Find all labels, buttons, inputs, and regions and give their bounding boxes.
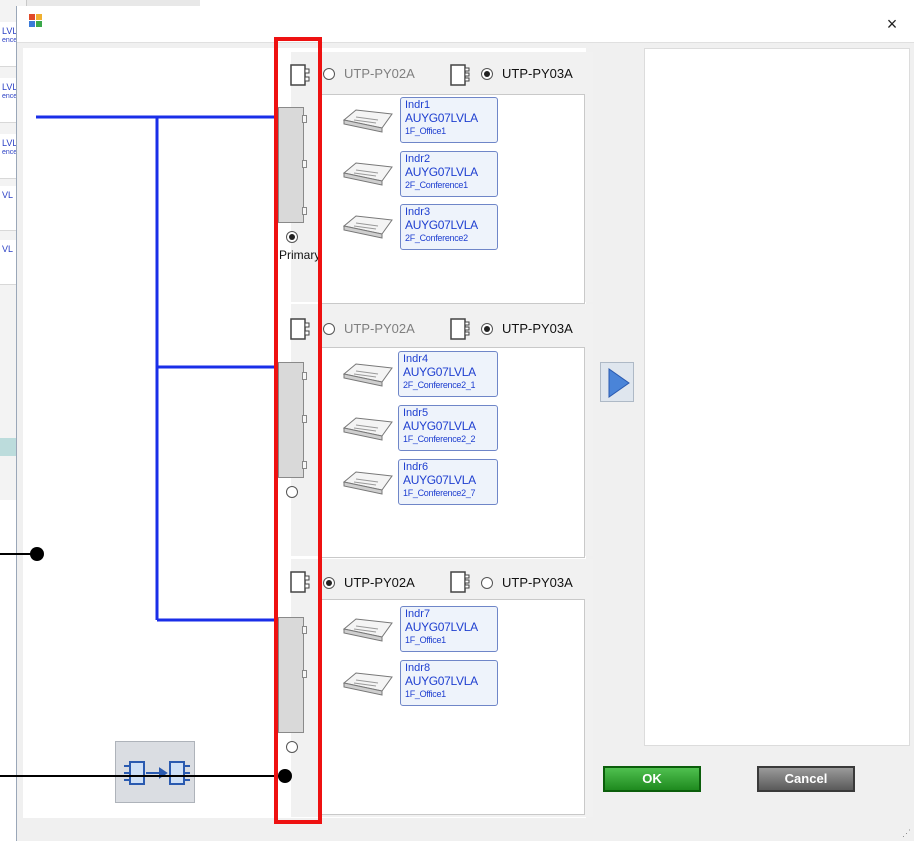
branch-controller-icon — [290, 571, 312, 598]
unit-model: AUYG07LVLA — [405, 218, 478, 232]
unit-model: AUYG07LVLA — [403, 365, 476, 379]
cassette-unit-icon — [342, 671, 394, 702]
model-radio-utp-py02a[interactable] — [323, 323, 335, 335]
unit-name: Indr8 — [405, 662, 431, 674]
model-option-label: UTP-PY03A — [502, 66, 573, 81]
unit-room: 2F_Conference1 — [405, 180, 468, 190]
branch-box-2[interactable] — [278, 362, 304, 478]
model-radio-utp-py03a[interactable] — [481, 68, 493, 80]
model-radio-utp-py02a[interactable] — [323, 68, 335, 80]
indoor-unit-card[interactable]: Indr7 AUYG07LVLA 1F_Office1 — [400, 606, 498, 652]
model-option-label: UTP-PY03A — [502, 321, 573, 336]
cassette-unit-icon — [342, 617, 394, 648]
unit-name: Indr4 — [403, 353, 429, 365]
selected-units-panel[interactable] — [644, 48, 910, 746]
unit-room: 2F_Conference2_1 — [403, 380, 476, 390]
primary-radio-1[interactable] — [286, 231, 298, 243]
indoor-unit-card[interactable]: Indr6 AUYG07LVLA 1F_Conference2_7 — [398, 459, 498, 505]
model-option-label: UTP-PY02A — [344, 321, 415, 336]
close-button[interactable]: × — [877, 12, 907, 36]
background-item-subtext: ence — [2, 37, 18, 44]
bc-port — [302, 626, 307, 634]
branch-box-1[interactable] — [278, 107, 304, 223]
swap-bc-icon — [124, 761, 190, 785]
unit-model: AUYG07LVLA — [403, 419, 476, 433]
cassette-unit-icon — [342, 416, 394, 447]
arrow-right-icon — [608, 368, 630, 398]
unit-room: 1F_Conference2_2 — [403, 434, 476, 444]
unit-name: Indr7 — [405, 608, 431, 620]
cassette-unit-icon — [342, 108, 394, 139]
indoor-unit-card[interactable]: Indr8 AUYG07LVLA 1F_Office1 — [400, 660, 498, 706]
unit-name: Indr3 — [405, 206, 431, 218]
unit-room: 1F_Office1 — [405, 635, 446, 645]
branch-controller-icon — [450, 571, 472, 598]
background-item-text: VL — [2, 244, 14, 254]
unit-room: 1F_Office1 — [405, 689, 446, 699]
primary-label: Primary — [279, 248, 321, 262]
status-bar: ⋰ — [17, 822, 914, 841]
unit-name: Indr2 — [405, 153, 431, 165]
ok-button[interactable]: OK — [603, 766, 701, 792]
bc-port — [302, 372, 307, 380]
primary-radio-3[interactable] — [286, 741, 298, 753]
unit-room: 1F_Conference2_7 — [403, 488, 476, 498]
swap-bc-button[interactable] — [115, 741, 195, 803]
indoor-unit-card[interactable]: Indr2 AUYG07LVLA 2F_Conference1 — [400, 151, 498, 197]
close-icon: × — [886, 14, 898, 34]
app-icon — [29, 14, 43, 28]
background-item-text: VL — [2, 190, 14, 200]
background-item-subtext: ence — [2, 149, 18, 156]
unit-room: 1F_Office1 — [405, 126, 446, 136]
model-radio-utp-py03a[interactable] — [481, 323, 493, 335]
branch-controller-icon — [450, 64, 472, 91]
unit-model: AUYG07LVLA — [405, 674, 478, 688]
bc-port — [302, 207, 307, 215]
indoor-unit-card[interactable]: Indr1 AUYG07LVLA 1F_Office1 — [400, 97, 498, 143]
unit-name: Indr6 — [403, 461, 429, 473]
unit-model: AUYG07LVLA — [405, 111, 478, 125]
background-item-subtext: ence — [2, 93, 18, 100]
cassette-unit-icon — [342, 362, 394, 393]
model-radio-utp-py03a[interactable] — [481, 577, 493, 589]
cancel-button[interactable]: Cancel — [757, 766, 855, 792]
bc-port — [302, 115, 307, 123]
bc-port — [302, 415, 307, 423]
unit-model: AUYG07LVLA — [403, 473, 476, 487]
model-option-label: UTP-PY03A — [502, 575, 573, 590]
branch-controller-icon — [450, 318, 472, 345]
resize-grip-icon[interactable]: ⋰ — [902, 828, 911, 839]
unit-model: AUYG07LVLA — [405, 165, 478, 179]
model-option-label: UTP-PY02A — [344, 66, 415, 81]
branch-controller-icon — [290, 318, 312, 345]
unit-model: AUYG07LVLA — [405, 620, 478, 634]
indoor-unit-card[interactable]: Indr5 AUYG07LVLA 1F_Conference2_2 — [398, 405, 498, 451]
bc-port — [302, 461, 307, 469]
add-arrow-button[interactable] — [600, 362, 634, 402]
unit-name: Indr1 — [405, 99, 431, 111]
branch-controller-icon — [290, 64, 312, 91]
indoor-unit-card[interactable]: Indr3 AUYG07LVLA 2F_Conference2 — [400, 204, 498, 250]
title-bar: × — [17, 6, 914, 43]
unit-name: Indr5 — [403, 407, 429, 419]
bc-port — [302, 670, 307, 678]
cassette-unit-icon — [342, 470, 394, 501]
bc-port — [302, 160, 307, 168]
model-option-label: UTP-PY02A — [344, 575, 415, 590]
unit-room: 2F_Conference2 — [405, 233, 468, 243]
primary-radio-2[interactable] — [286, 486, 298, 498]
branch-box-3[interactable] — [278, 617, 304, 733]
indoor-unit-card[interactable]: Indr4 AUYG07LVLA 2F_Conference2_1 — [398, 351, 498, 397]
cassette-unit-icon — [342, 214, 394, 245]
cassette-unit-icon — [342, 161, 394, 192]
model-radio-utp-py02a[interactable] — [323, 577, 335, 589]
